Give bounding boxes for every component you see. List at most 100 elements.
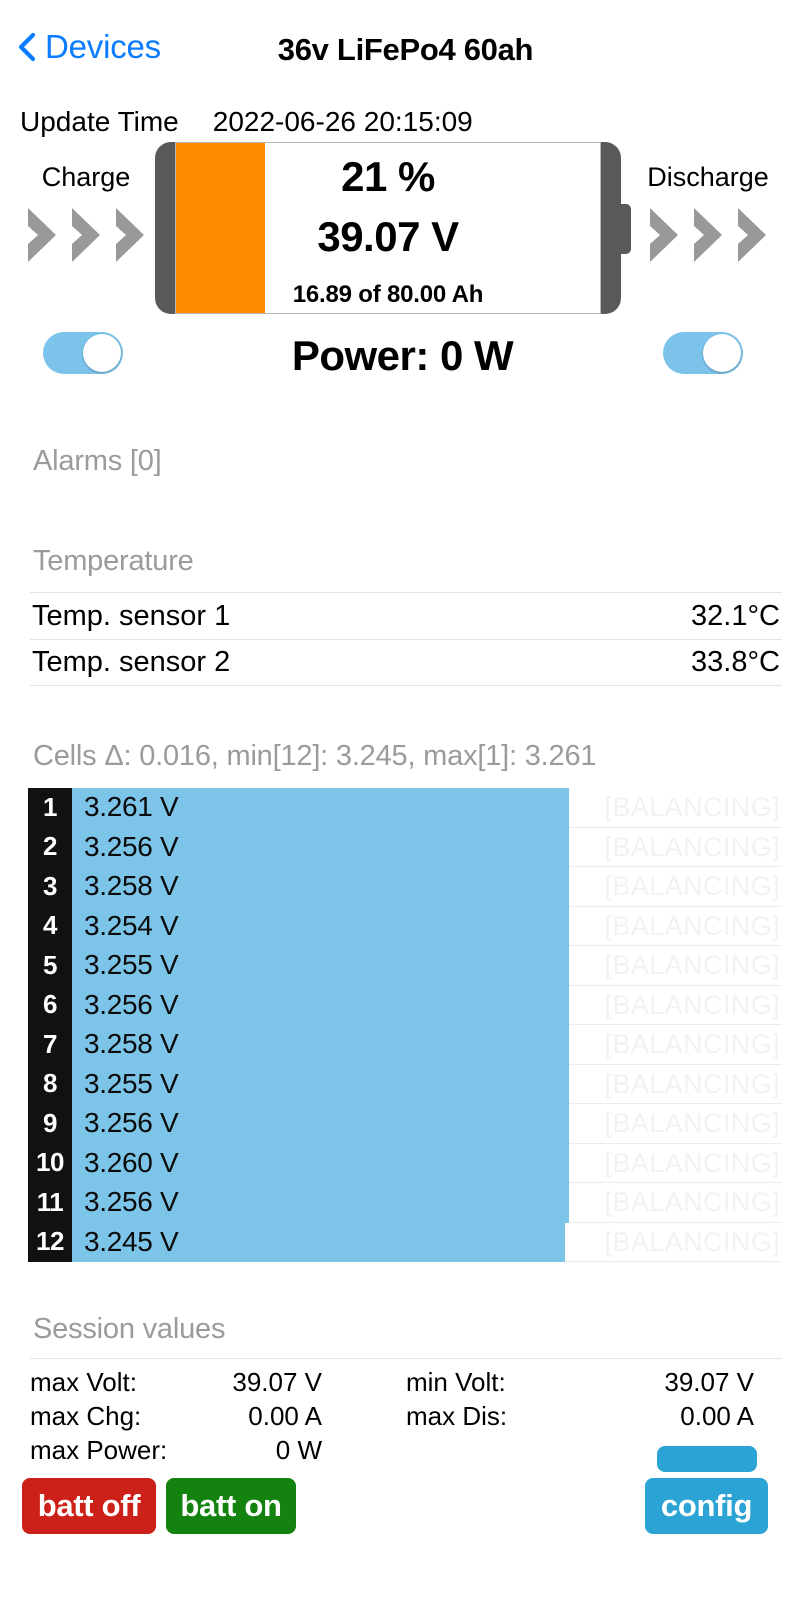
config-button[interactable]: config [645, 1478, 768, 1534]
cell-voltage-value: 3.260 V [84, 1146, 179, 1178]
cell-index: 11 [28, 1182, 72, 1222]
battery-terminal [621, 204, 631, 254]
cell-index: 9 [28, 1103, 72, 1143]
session-key: max Power: [30, 1434, 168, 1465]
cell-voltage-value: 3.256 V [84, 1107, 179, 1139]
cell-voltage-value: 3.256 V [84, 1186, 179, 1218]
cell-row: 11 3.256 V [BALANCING] [28, 1182, 782, 1223]
charge-label: Charge [41, 162, 131, 192]
cell-balancing-status: [BALANCING] [604, 831, 780, 862]
navigation-bar: Devices 36v LiFePo4 60ah [0, 0, 797, 96]
battery-voltage: 39.07 V [317, 213, 459, 260]
cell-index: 7 [28, 1024, 72, 1064]
update-time-label: Update Time [20, 106, 179, 137]
update-time-value: 2022-06-26 20:15:09 [212, 106, 473, 137]
power-readout: Power: 0 W [291, 332, 514, 379]
alarms-section-header: Alarms [0] [33, 445, 162, 477]
cell-row: 3 3.258 V [BALANCING] [28, 866, 782, 907]
cell-row: 7 3.258 V [BALANCING] [28, 1024, 782, 1065]
cell-row: 6 3.256 V [BALANCING] [28, 985, 782, 1025]
session-value: 0.00 A [248, 1400, 322, 1431]
cell-row: 8 3.255 V [BALANCING] [28, 1064, 782, 1104]
cell-row: 4 3.254 V [BALANCING] [28, 906, 782, 946]
cell-balancing-status: [BALANCING] [604, 792, 780, 823]
cell-voltage-value: 3.258 V [84, 870, 179, 902]
cell-index: 12 [28, 1222, 72, 1262]
discharge-label: Discharge [647, 162, 769, 192]
battery-capacity: 16.89 of 80.00 Ah [292, 281, 484, 308]
session-value: 39.07 V [232, 1366, 322, 1397]
cell-index: 1 [28, 787, 72, 827]
cell-voltage-value: 3.245 V [84, 1225, 179, 1257]
session-value-row: max Chg: 0.00 A max Dis: 0.00 A [30, 1399, 782, 1433]
session-right-pair: max Dis: 0.00 A [406, 1401, 782, 1432]
cell-row: 10 3.260 V [BALANCING] [28, 1143, 782, 1183]
chevron-right-icon [72, 208, 100, 262]
session-value-row: max Volt: 39.07 V min Volt: 39.07 V [30, 1365, 782, 1399]
cell-row: 5 3.255 V [BALANCING] [28, 945, 782, 986]
battery-status-panel: Charge Discharge 21 % 39.07 V 16.89 of 8… [0, 136, 797, 379]
cell-row: 12 3.245 V [BALANCING] [28, 1222, 782, 1262]
discharge-arrows [628, 204, 788, 266]
cells-section-header: Cells Δ: 0.016, min[12]: 3.245, max[1]: … [33, 740, 597, 772]
session-right-pair: min Volt: 39.07 V [406, 1367, 782, 1398]
partially-hidden-blue-button[interactable] [657, 1446, 757, 1472]
chevron-right-icon [650, 208, 678, 262]
cell-balancing-status: [BALANCING] [604, 1029, 780, 1060]
session-value: 39.07 V [664, 1366, 754, 1397]
cell-balancing-status: [BALANCING] [604, 871, 780, 902]
cell-voltage-value: 3.256 V [84, 988, 179, 1020]
cell-voltage-value: 3.254 V [84, 909, 179, 941]
temperature-section-header: Temperature [33, 545, 194, 577]
cell-balancing-status: [BALANCING] [604, 1108, 780, 1139]
session-value: 0 W [275, 1434, 322, 1465]
battery-gauge: 21 % 39.07 V 16.89 of 80.00 Ah [155, 142, 631, 314]
cell-balancing-status: [BALANCING] [604, 1187, 780, 1218]
batt-on-button[interactable]: batt on [166, 1478, 296, 1534]
charge-indicator: Charge [6, 164, 166, 266]
battery-readouts: 21 % 39.07 V 16.89 of 80.00 Ah [176, 143, 600, 313]
chevron-right-icon [694, 208, 722, 262]
temp-sensor-label: Temp. sensor 2 [32, 646, 231, 678]
cell-row: 1 3.261 V [BALANCING] [28, 787, 782, 828]
chevron-right-icon [738, 208, 766, 262]
cell-index: 8 [28, 1064, 72, 1104]
session-value: 0.00 A [680, 1400, 754, 1431]
cell-balancing-status: [BALANCING] [604, 950, 780, 981]
discharge-indicator: Discharge [628, 164, 788, 266]
cell-voltage-value: 3.258 V [84, 1028, 179, 1060]
cell-voltage-value: 3.255 V [84, 1067, 179, 1099]
session-left-pair: max Chg: 0.00 A [30, 1401, 406, 1432]
cell-balancing-status: [BALANCING] [604, 910, 780, 941]
cell-voltage-value: 3.261 V [84, 791, 179, 823]
batt-off-button[interactable]: batt off [22, 1478, 156, 1534]
cell-voltage-value: 3.255 V [84, 949, 179, 981]
cell-index: 5 [28, 945, 72, 985]
cell-index: 10 [28, 1143, 72, 1183]
temp-sensor-value: 33.8°C [691, 646, 780, 678]
cell-row: 2 3.256 V [BALANCING] [28, 827, 782, 867]
session-key: max Volt: [30, 1366, 137, 1397]
cell-balancing-status: [BALANCING] [604, 1226, 780, 1257]
cell-index: 4 [28, 906, 72, 946]
temp-sensor-value: 32.1°C [691, 599, 780, 632]
session-key: max Dis: [406, 1400, 508, 1431]
temp-sensor-label: Temp. sensor 1 [32, 599, 231, 632]
session-left-pair: max Volt: 39.07 V [30, 1367, 406, 1398]
table-row: Temp. sensor 1 32.1°C [30, 592, 782, 639]
update-time-row: Update Time 2022-06-26 20:15:09 [20, 106, 473, 138]
table-row: Temp. sensor 2 33.8°C [30, 639, 782, 686]
temperature-table: Temp. sensor 1 32.1°C Temp. sensor 2 33.8°C [30, 592, 782, 686]
charge-arrows [6, 204, 166, 266]
battery-body: 21 % 39.07 V 16.89 of 80.00 Ah [175, 142, 601, 314]
session-key: min Volt: [406, 1366, 506, 1397]
battery-percent: 21 % [341, 153, 435, 200]
cell-voltage-value: 3.256 V [84, 830, 179, 862]
cell-row: 9 3.256 V [BALANCING] [28, 1103, 782, 1144]
session-left-pair: max Power: 0 W [30, 1435, 406, 1466]
cell-index: 2 [28, 827, 72, 867]
cell-balancing-status: [BALANCING] [604, 989, 780, 1020]
cell-balancing-status: [BALANCING] [604, 1147, 780, 1178]
page-title: 36v LiFePo4 60ah [277, 32, 534, 67]
cell-index: 3 [28, 866, 72, 906]
